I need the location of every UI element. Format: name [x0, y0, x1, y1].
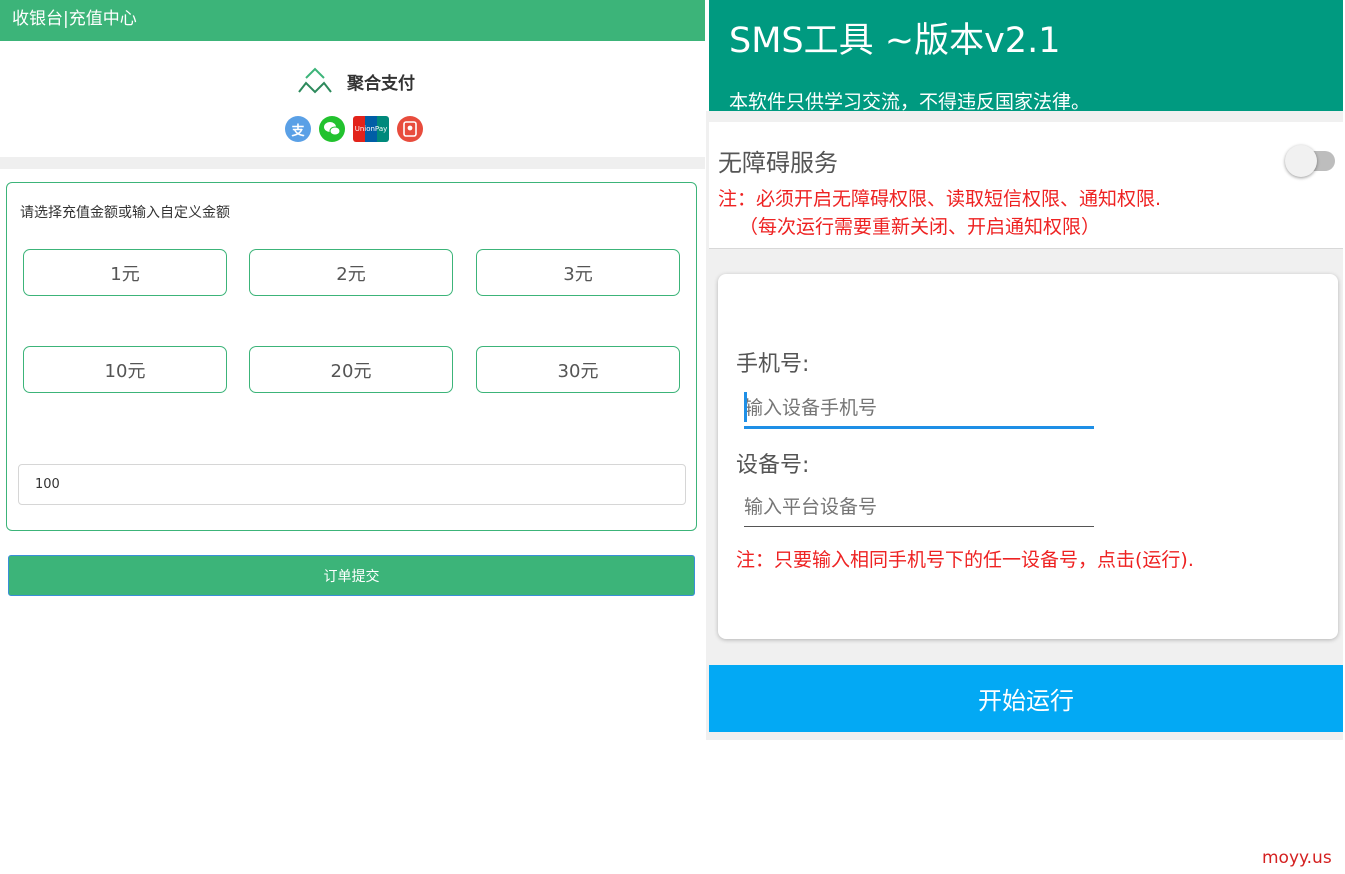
amount-prompt: 请选择充值金额或输入自定义金额 — [20, 205, 230, 221]
cashier-header-title: 收银台|充值中心 — [0, 0, 705, 41]
custom-amount-input[interactable] — [18, 464, 686, 505]
device-label: 设备号: — [736, 453, 810, 478]
unionpay-icon: UnionPay — [353, 116, 389, 142]
app-subtitle: 本软件只供学习交流，不得违反国家法律。 — [729, 91, 1091, 113]
brand: 聚合支付 — [297, 66, 415, 96]
screen: 收银台|充值中心 聚合支付 支 UnionPay 请选择充值金额或输入自定义金额… — [0, 0, 1345, 874]
app-bar: SMS工具 ~版本v2.1 本软件只供学习交流，不得违反国家法律。 — [709, 0, 1343, 113]
text-caret — [744, 392, 747, 422]
accessibility-toggle[interactable] — [1285, 142, 1339, 177]
sms-tool-panel: SMS工具 ~版本v2.1 本软件只供学习交流，不得违反国家法律。 无障碍服务 … — [706, 0, 1343, 874]
submit-order-button[interactable]: 订单提交 — [8, 555, 695, 596]
amount-option-30[interactable]: 30元 — [476, 346, 680, 393]
toggle-thumb — [1285, 145, 1317, 177]
section-divider — [0, 157, 705, 169]
amount-option-2[interactable]: 2元 — [249, 249, 453, 296]
device-note: 注：只要输入相同手机号下的任一设备号，点击(运行). — [736, 549, 1194, 571]
amount-option-10[interactable]: 10元 — [23, 346, 227, 393]
alipay-icon: 支 — [285, 116, 311, 142]
device-form-card: 手机号: 设备号: 注：只要输入相同手机号下的任一设备号，点击(运行). — [718, 274, 1338, 639]
amount-option-3[interactable]: 3元 — [476, 249, 680, 296]
phone-input[interactable] — [744, 389, 1094, 429]
permission-note-line2: （每次运行需要重新关闭、开启通知权限） — [739, 216, 1101, 238]
accessibility-label: 无障碍服务 — [718, 149, 838, 177]
payment-methods: 支 UnionPay — [285, 116, 423, 142]
cashier-panel: 收银台|充值中心 聚合支付 支 UnionPay 请选择充值金额或输入自定义金额… — [0, 0, 705, 874]
red-envelope-icon — [397, 116, 423, 142]
wechat-pay-icon — [319, 116, 345, 142]
permission-note-line1: 注：必须开启无障碍权限、读取短信权限、通知权限. — [718, 188, 1162, 210]
watermark: moyy.us — [1262, 848, 1332, 868]
brand-name: 聚合支付 — [347, 73, 415, 94]
amount-selection-card: 请选择充值金额或输入自定义金额 1元 2元 3元 10元 20元 30元 — [6, 182, 697, 531]
phone-label: 手机号: — [736, 352, 810, 377]
accessibility-section: 无障碍服务 注：必须开启无障碍权限、读取短信权限、通知权限. （每次运行需要重新… — [709, 122, 1343, 249]
amount-option-20[interactable]: 20元 — [249, 346, 453, 393]
mountain-logo-icon — [298, 67, 332, 94]
device-input[interactable] — [744, 487, 1094, 527]
app-title: SMS工具 ~版本v2.1 — [729, 21, 1061, 61]
start-run-button[interactable]: 开始运行 — [709, 665, 1343, 732]
amount-option-1[interactable]: 1元 — [23, 249, 227, 296]
